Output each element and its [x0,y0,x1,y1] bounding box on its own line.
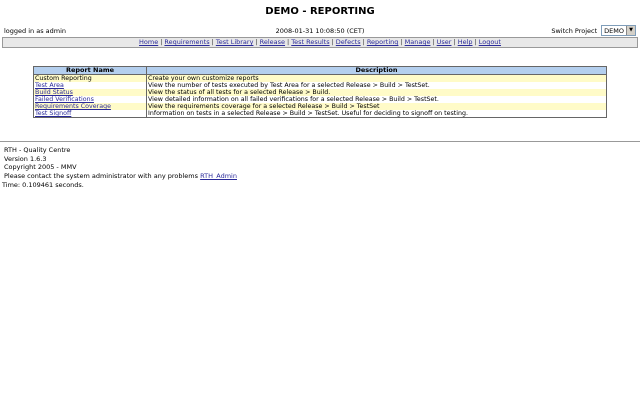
nav-separator: | [474,38,477,46]
report-name: Custom Reporting [35,75,92,82]
nav-separator: | [453,38,456,46]
nav-manage[interactable]: Manage [405,38,431,46]
table-row: Build Status View the status of all tests… [33,89,607,96]
nav-bar: Home | Requirements | Test Library | Release | T… [2,37,638,48]
contact-text: Please contact the system administrator … [4,172,199,181]
nav-help[interactable]: Help [458,38,473,46]
nav-logout[interactable]: Logout [479,38,501,46]
page-title: DEMO - REPORTING [265,6,375,17]
reports-table: Report Name Description Custom Reporting… [33,66,607,118]
header-description: Description [146,66,607,75]
version: Version 1.6.3 [4,154,47,163]
report-name[interactable]: Requirements Coverage [35,103,111,110]
report-description: Create your own customize reports [146,74,607,82]
switch-project: Switch Project DEMO ▼ [551,25,636,36]
report-name-cell: Failed Verifications [33,96,147,103]
nav-separator: | [211,38,214,46]
table-row: Custom Reporting Create your own customiz… [33,74,607,82]
nav-test-library[interactable]: Test Library [216,38,254,46]
report-description: View the status of all tests for a selec… [146,89,607,96]
nav-separator: | [362,38,365,46]
nav-separator: | [400,38,403,46]
switch-project-label: Switch Project [551,26,598,35]
report-description: View the number of tests executed by Tes… [146,82,607,89]
nav-separator: | [255,38,258,46]
table-row: Test Area View the number of tests execut… [33,82,607,89]
product-name: RTH - Quality Centre [4,146,71,154]
report-name-cell: Requirements Coverage [33,103,147,110]
report-name[interactable]: Failed Verifications [35,96,94,103]
nav-separator: | [331,38,334,46]
page-time: Time: 0.109461 seconds. [2,180,84,189]
header-report-name: Report Name [33,66,147,75]
report-name-cell: Test Area [33,82,147,89]
report-name-cell: Test Signoff [33,110,147,118]
nav-release[interactable]: Release [260,38,285,46]
divider [0,141,640,142]
project-value: DEMO [604,26,624,35]
report-name-cell: Build Status [33,89,147,96]
nav-test-results[interactable]: Test Results [291,38,329,46]
admin-link[interactable]: RTH_Admin [200,172,237,180]
nav-home[interactable]: Home [139,38,158,46]
report-name-cell: Custom Reporting [33,74,147,82]
footer: RTH - Quality Centre Version 1.6.3 Copyr… [2,146,237,190]
datetime: 2008-01-31 10:08:50 (CET) [275,27,365,35]
nav-requirements[interactable]: Requirements [164,38,209,46]
nav-user[interactable]: User [437,38,452,46]
report-name[interactable]: Test Signoff [35,110,71,117]
report-description: Information on tests in a selected Relea… [146,110,607,118]
nav-reporting[interactable]: Reporting [367,38,399,46]
copyright: Copyright 2005 - MMV [4,163,77,172]
nav-separator: | [432,38,435,46]
report-name[interactable]: Build Status [35,89,73,96]
report-name[interactable]: Test Area [35,82,64,89]
chevron-down-icon[interactable]: ▼ [626,26,635,35]
table-row: Requirements Coverage View the requiremen… [33,103,607,110]
table-row: Test Signoff Information on tests in a se… [33,110,607,118]
project-select[interactable]: DEMO ▼ [601,25,636,36]
report-description: View the requirements coverage for a sel… [146,103,607,110]
nav-separator: | [287,38,290,46]
nav-defects[interactable]: Defects [336,38,361,46]
report-description: View detailed information on all failed … [146,96,607,103]
nav-separator: | [160,38,163,46]
table-row: Failed Verifications View detailed inform… [33,96,607,103]
